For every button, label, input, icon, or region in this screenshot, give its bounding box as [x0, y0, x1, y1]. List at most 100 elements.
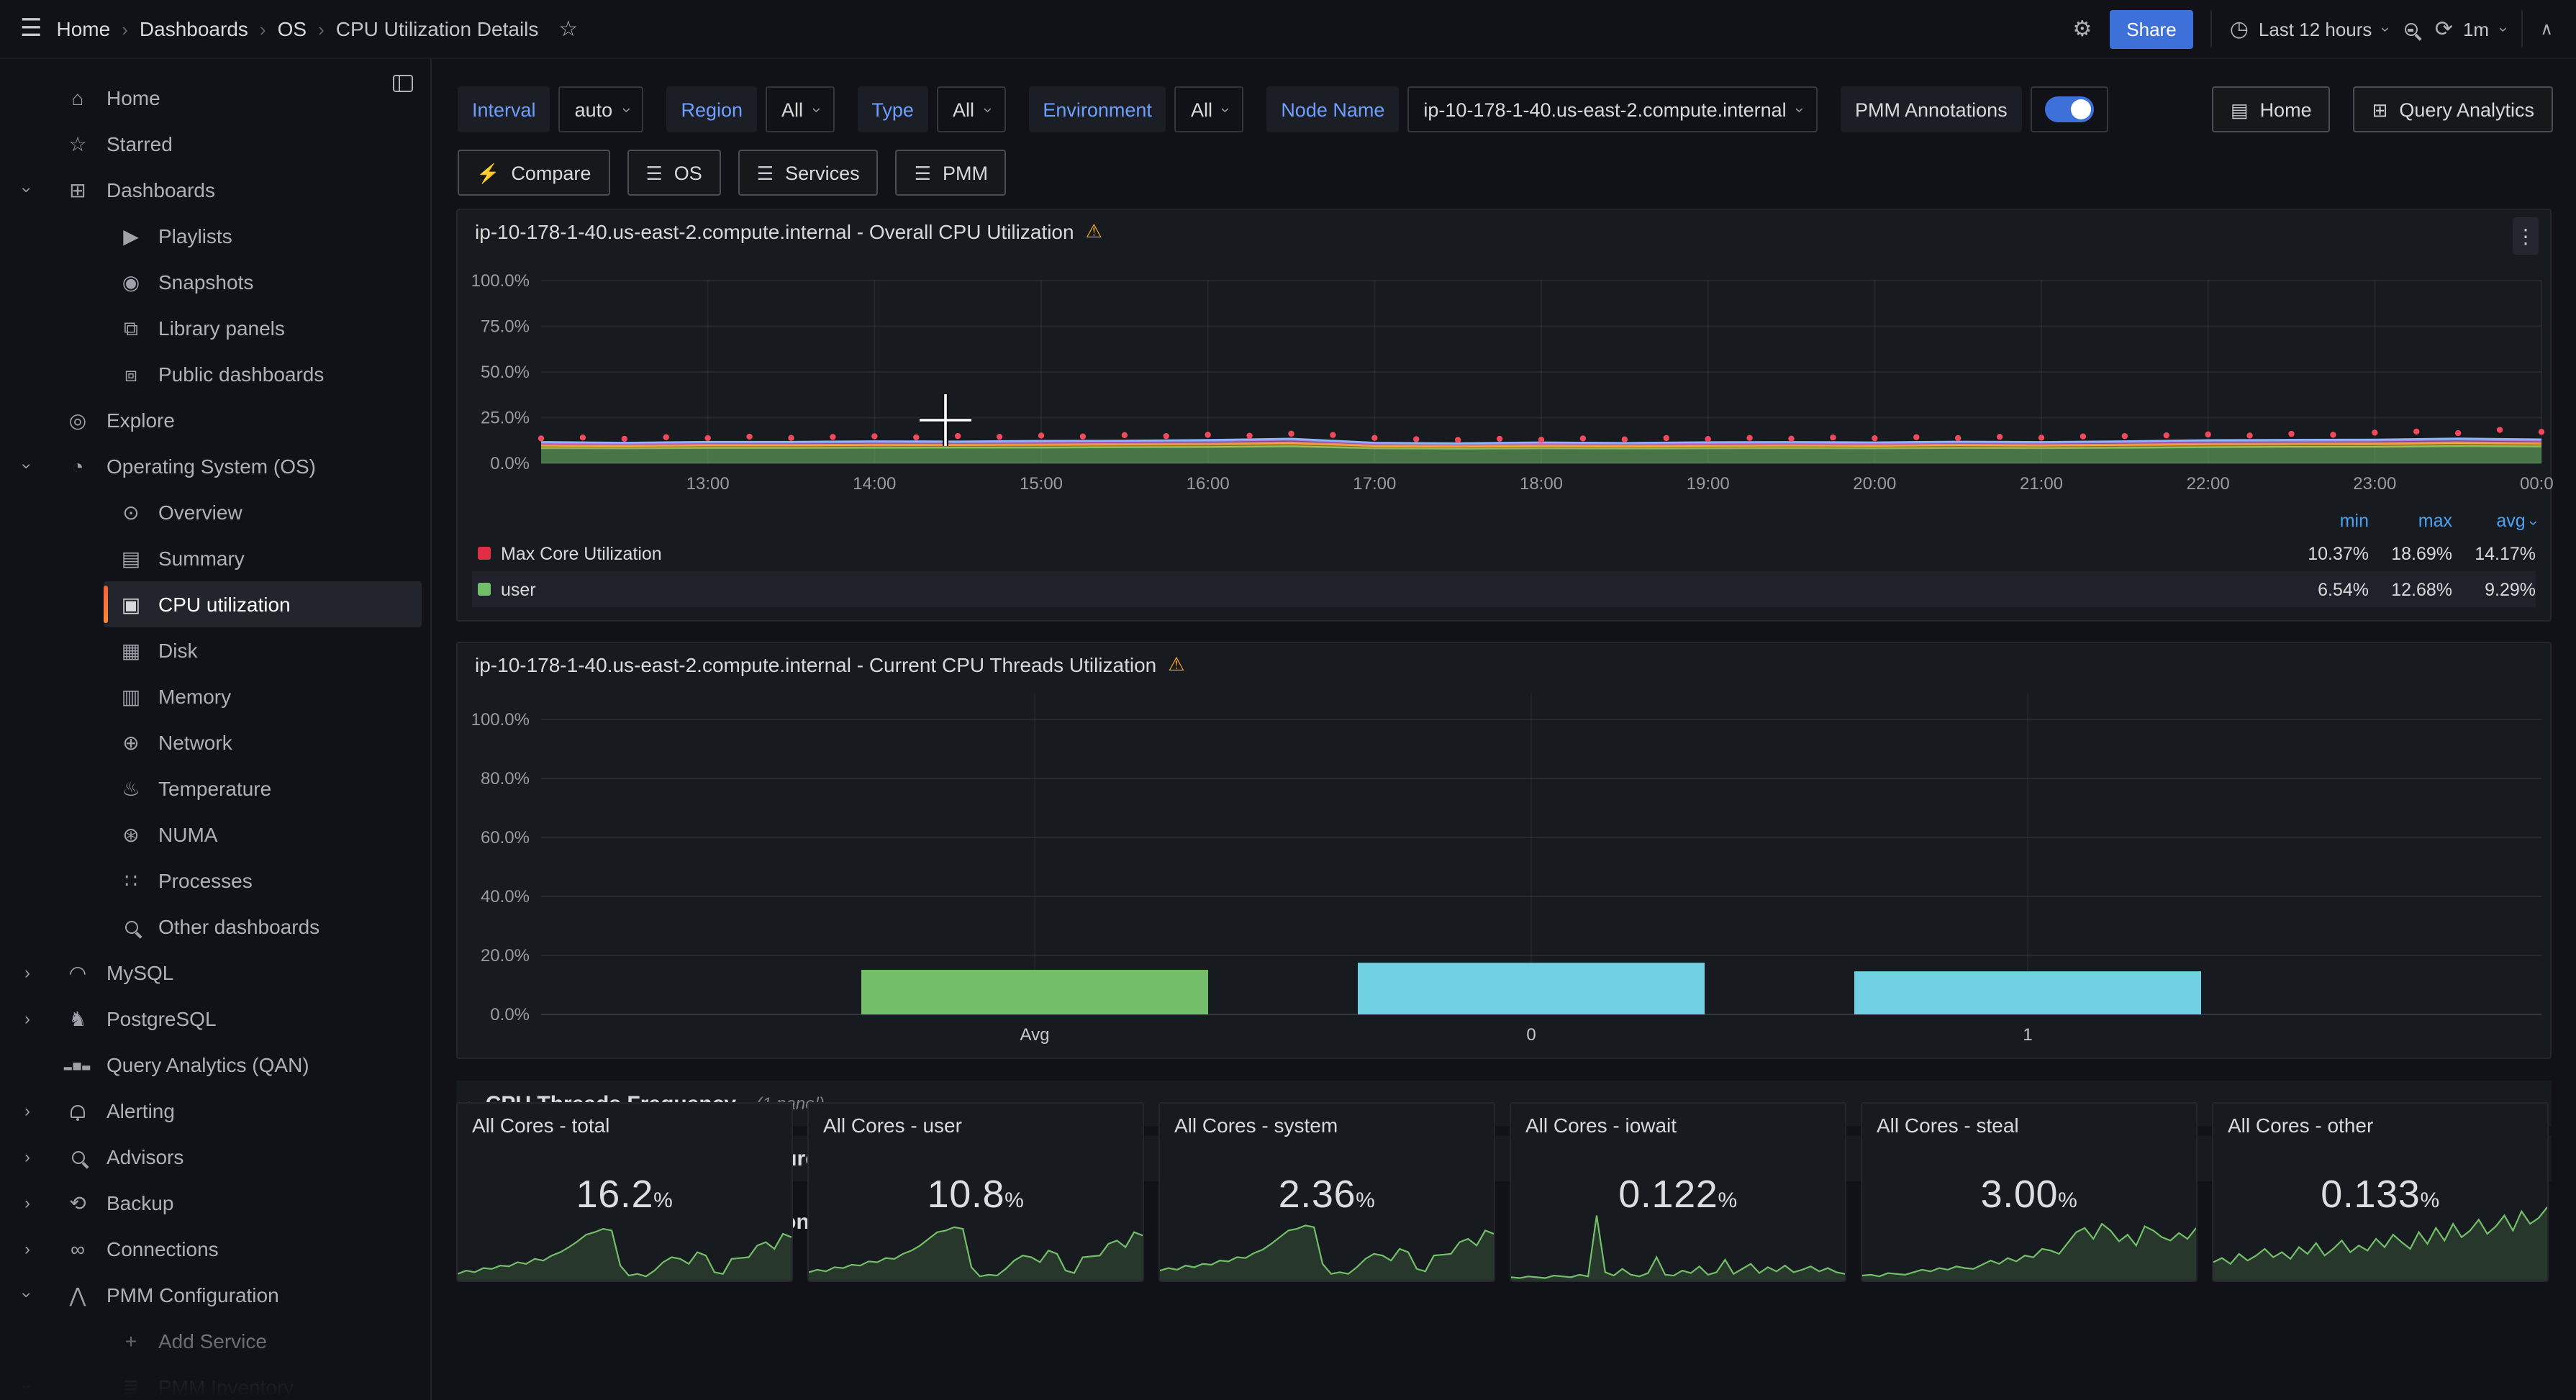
- share-button[interactable]: Share: [2109, 9, 2193, 48]
- sidebar-item-summary[interactable]: ▤Summary: [0, 535, 430, 581]
- menu-icon[interactable]: ☰: [20, 14, 42, 43]
- sidebar-item-backup[interactable]: ›⟲Backup: [0, 1180, 430, 1226]
- compare-button[interactable]: ⚡ Compare: [458, 150, 609, 196]
- sidebar-item-connections[interactable]: ›∞Connections: [0, 1226, 430, 1272]
- sidebar-item-home[interactable]: ⌂Home: [0, 75, 430, 121]
- sidebar-item-label: PMM Inventory: [158, 1376, 419, 1399]
- document-icon: ▤: [2231, 100, 2249, 119]
- sidebar-item-advisors[interactable]: ›Advisors: [0, 1134, 430, 1180]
- sidebar-item-pmm-inventory[interactable]: ›≣PMM Inventory: [0, 1364, 430, 1400]
- svg-text:23:00: 23:00: [2353, 474, 2396, 494]
- sidebar-item-snapshots[interactable]: ◉Snapshots: [0, 259, 430, 305]
- sidebar-item-dashboards[interactable]: ›⊞Dashboards: [0, 167, 430, 213]
- svg-text:18:00: 18:00: [1520, 474, 1563, 494]
- svg-text:1: 1: [2023, 1025, 2032, 1045]
- sidebar-item-disk[interactable]: ▦Disk: [0, 627, 430, 673]
- legend-sort-avg[interactable]: avg ›: [2452, 511, 2536, 531]
- sidebar-item-processes[interactable]: ∷Processes: [0, 858, 430, 904]
- search-icon: [117, 915, 145, 938]
- time-range-label: Last 12 hours: [2259, 18, 2372, 40]
- sidebar-item-mysql[interactable]: ›◠MySQL: [0, 950, 430, 996]
- services-link-button[interactable]: ☰ Services: [738, 150, 879, 196]
- favorite-star-icon[interactable]: ☆: [558, 16, 578, 42]
- sidebar-item-operating-system-os-[interactable]: ›◔Operating System (OS): [0, 443, 430, 489]
- pmm-link-button[interactable]: ☰ PMM: [896, 150, 1007, 196]
- globe-icon: ⊕: [117, 730, 145, 755]
- gear-icon[interactable]: ⚙: [2072, 18, 2092, 40]
- region-select[interactable]: All›: [766, 86, 834, 132]
- public-dashboards-icon: ⧈: [117, 362, 145, 386]
- list-icon: ☰: [757, 163, 774, 182]
- memory-icon: ▥: [117, 684, 145, 709]
- query-analytics-button[interactable]: ⊞ Query Analytics: [2354, 86, 2553, 132]
- chevron-right-icon[interactable]: ›: [17, 1147, 37, 1167]
- stat-title: All Cores - other: [2228, 1114, 2373, 1137]
- caret-up-icon[interactable]: ∧: [2540, 20, 2553, 37]
- sidebar-item-explore[interactable]: ◎Explore: [0, 397, 430, 443]
- sidebar-item-temperature[interactable]: ♨Temperature: [0, 765, 430, 812]
- time-range-picker[interactable]: ◷ Last 12 hours ›: [2230, 18, 2387, 40]
- type-select[interactable]: All›: [937, 86, 1005, 132]
- zoom-out-icon[interactable]: [2405, 17, 2418, 40]
- sidebar-item-public-dashboards[interactable]: ⧈Public dashboards: [0, 351, 430, 397]
- sidebar-item-label: CPU utilization: [158, 593, 410, 616]
- chevron-down-icon[interactable]: ›: [17, 1377, 37, 1397]
- sidebar-item-other-dashboards[interactable]: Other dashboards: [0, 904, 430, 950]
- compass-icon: ◎: [63, 408, 92, 432]
- top-header: ☰ Home›Dashboards›OS›CPU Utilization Det…: [0, 0, 2576, 59]
- breadcrumb-dashboards[interactable]: Dashboards: [140, 17, 248, 40]
- os-link-button[interactable]: ☰ OS: [627, 150, 720, 196]
- chevron-right-icon[interactable]: ›: [17, 963, 37, 983]
- series-min: 10.37%: [2285, 543, 2369, 563]
- chevron-down-icon[interactable]: ›: [17, 1285, 37, 1305]
- camera-icon: ◉: [117, 270, 145, 294]
- refresh-button[interactable]: ⟳ 1m ›: [2435, 18, 2505, 40]
- sidebar-item-memory[interactable]: ▥Memory: [0, 673, 430, 719]
- sidebar-item-network[interactable]: ⊕Network: [0, 719, 430, 765]
- chevron-right-icon[interactable]: ›: [17, 1009, 37, 1029]
- filter-bar: Interval auto› Region All› Type All› Env…: [458, 86, 2553, 132]
- sidebar-item-numa[interactable]: ⊛NUMA: [0, 812, 430, 858]
- legend-sort-min[interactable]: min: [2285, 511, 2369, 531]
- svg-text:100.0%: 100.0%: [471, 710, 530, 729]
- sidebar-item-postgresql[interactable]: ›♞PostgreSQL: [0, 996, 430, 1042]
- elephant-icon: ♞: [63, 1006, 92, 1031]
- svg-text:80.0%: 80.0%: [481, 769, 530, 788]
- chevron-right-icon[interactable]: ›: [17, 1101, 37, 1121]
- series-color-swatch: [478, 547, 491, 560]
- interval-select[interactable]: auto›: [559, 86, 644, 132]
- sidebar-item-label: Disk: [158, 639, 419, 662]
- sidebar-item-overview[interactable]: ⊙Overview: [0, 489, 430, 535]
- stat-sparkline: [2213, 1191, 2547, 1281]
- sidebar-item-label: Starred: [106, 132, 419, 155]
- breadcrumb-os[interactable]: OS: [278, 17, 307, 40]
- stat-sparkline: [809, 1191, 1143, 1281]
- sidebar-item-pmm-configuration[interactable]: ›⋀PMM Configuration: [0, 1272, 430, 1318]
- list-icon: ☰: [645, 163, 662, 182]
- breadcrumb-cpu-utilization-details: CPU Utilization Details: [336, 17, 539, 40]
- chevron-right-icon[interactable]: ›: [17, 1193, 37, 1213]
- sidebar-item-playlists[interactable]: ▶Playlists: [0, 213, 430, 259]
- legend-row-max-core-utilization[interactable]: Max Core Utilization10.37%18.69%14.17%: [472, 535, 2536, 571]
- node-name-select[interactable]: ip-10-178-1-40.us-east-2.compute.interna…: [1407, 86, 1818, 132]
- home-button[interactable]: ▤ Home: [2212, 86, 2331, 132]
- sidebar-item-alerting[interactable]: ›Alerting: [0, 1088, 430, 1134]
- sidebar-item-label: Dashboards: [106, 178, 419, 201]
- legend-sort-max[interactable]: max: [2369, 511, 2452, 531]
- sidebar-item-starred[interactable]: ☆Starred: [0, 121, 430, 167]
- sidebar-item-query-analytics-qan-[interactable]: ▂▅▃Query Analytics (QAN): [0, 1042, 430, 1088]
- sidebar-item-library-panels[interactable]: ⧉Library panels: [0, 305, 430, 351]
- breadcrumb-separator: ›: [318, 18, 325, 40]
- sidebar-item-add-service[interactable]: +Add Service: [0, 1318, 430, 1364]
- dolphin-icon: ◠: [63, 960, 92, 985]
- chevron-down-icon[interactable]: ›: [17, 180, 37, 200]
- pmm-annotations-toggle[interactable]: [2031, 86, 2108, 132]
- chevron-down-icon[interactable]: ›: [17, 456, 37, 476]
- sidebar-item-label: PMM Configuration: [106, 1283, 419, 1306]
- legend-row-user[interactable]: user6.54%12.68%9.29%: [472, 571, 2536, 607]
- chevron-right-icon[interactable]: ›: [17, 1239, 37, 1259]
- rings-icon: ∞: [63, 1237, 92, 1260]
- breadcrumb-home[interactable]: Home: [57, 17, 111, 40]
- sidebar-item-cpu-utilization[interactable]: ▣CPU utilization: [104, 581, 422, 627]
- environment-select[interactable]: All›: [1175, 86, 1243, 132]
